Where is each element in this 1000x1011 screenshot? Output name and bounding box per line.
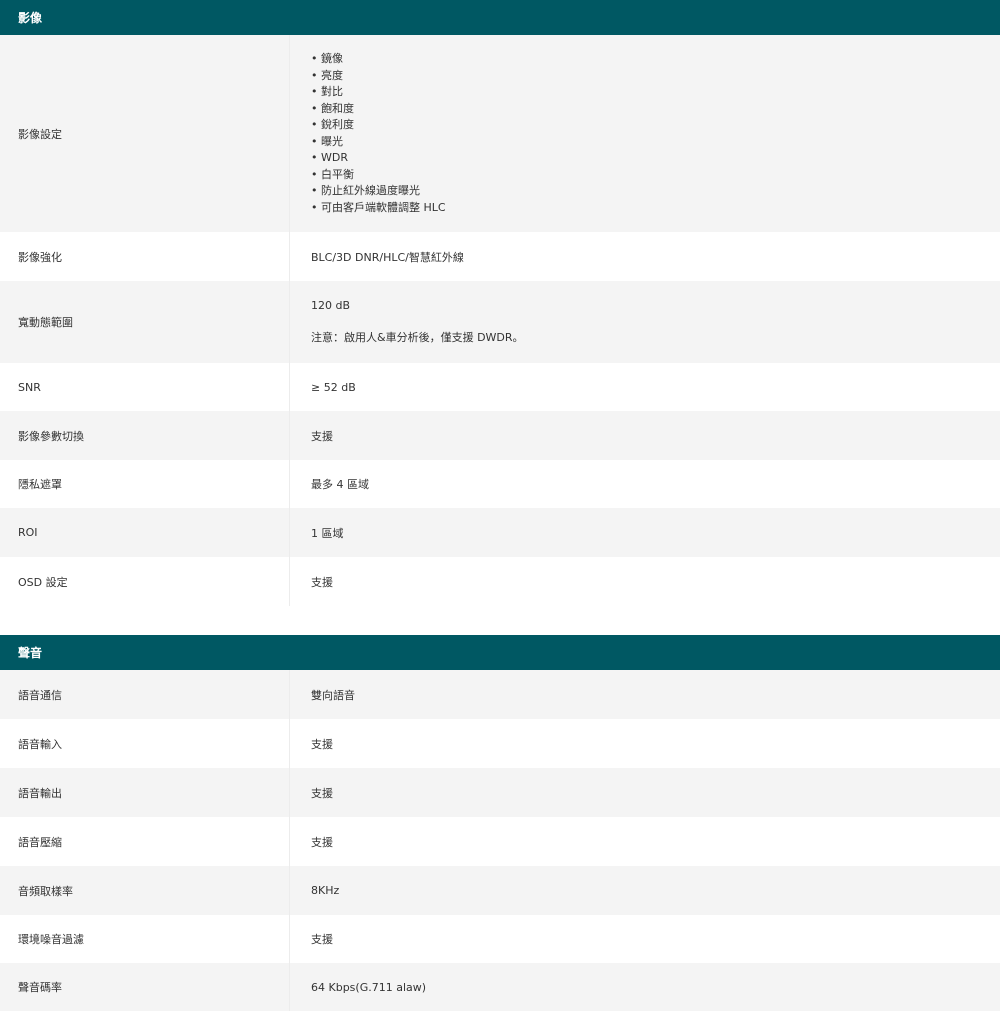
spec-label: ROI <box>0 508 290 557</box>
section-title: 聲音 <box>18 646 43 660</box>
spec-value: 支援 <box>311 575 333 589</box>
list-item: 防止紅外線過度曝光 <box>311 183 446 200</box>
spec-label: 語音通信 <box>0 670 290 719</box>
image-section-header: 影像 <box>0 0 1000 35</box>
list-item: WDR <box>311 150 446 167</box>
list-item: 曝光 <box>311 134 446 151</box>
list-item: 鏡像 <box>311 51 446 68</box>
spec-row-sample-rate: 音頻取樣率 8KHz <box>0 866 1000 915</box>
wdr-value: 120 dB <box>311 299 351 312</box>
spec-row-audio-input: 語音輸入 支援 <box>0 719 1000 768</box>
spec-row-snr: SNR ≥ 52 dB <box>0 363 1000 411</box>
spec-value: 支援 <box>311 786 333 800</box>
list-item: 可由客戶端軟體調整 HLC <box>311 200 446 217</box>
spec-label: 影像參數切換 <box>0 411 290 460</box>
spec-label: 語音輸出 <box>0 768 290 817</box>
spec-value: 支援 <box>311 429 333 443</box>
spec-value: 64 Kbps(G.711 alaw) <box>311 980 427 994</box>
list-item: 對比 <box>311 84 446 101</box>
spec-row-audio-compression: 語音壓縮 支援 <box>0 817 1000 866</box>
spec-label: OSD 設定 <box>0 557 290 606</box>
spec-row-roi: ROI 1 區域 <box>0 508 1000 557</box>
section-title: 影像 <box>18 11 43 25</box>
image-section: 影像 影像設定 鏡像 亮度 對比 飽和度 銳利度 曝光 WDR 白平衡 防止紅外… <box>0 0 1000 606</box>
section-spacer <box>0 606 1000 635</box>
spec-label: 影像強化 <box>0 232 290 281</box>
spec-label: 環境噪音過濾 <box>0 915 290 963</box>
spec-label: 語音壓縮 <box>0 817 290 866</box>
spec-row-image-settings: 影像設定 鏡像 亮度 對比 飽和度 銳利度 曝光 WDR 白平衡 防止紅外線過度… <box>0 35 1000 232</box>
spec-row-voice-comm: 語音通信 雙向語音 <box>0 670 1000 719</box>
spec-value: 鏡像 亮度 對比 飽和度 銳利度 曝光 WDR 白平衡 防止紅外線過度曝光 可由… <box>290 35 446 232</box>
spec-value: 120 dB 注意：啟用人&車分析後，僅支援 DWDR。 <box>290 281 524 363</box>
spec-label: 聲音碼率 <box>0 963 290 1011</box>
spec-row-image-param-switch: 影像參數切換 支援 <box>0 411 1000 460</box>
spec-value: 雙向語音 <box>311 688 355 702</box>
spec-value: 支援 <box>311 933 333 946</box>
spec-row-wdr: 寬動態範圍 120 dB 注意：啟用人&車分析後，僅支援 DWDR。 <box>0 281 1000 363</box>
spec-value: BLC/3D DNR/HLC/智慧紅外線 <box>311 250 464 264</box>
spec-label: 寬動態範圍 <box>0 281 290 363</box>
audio-section: 聲音 語音通信 雙向語音 語音輸入 支援 語音輸出 支援 語音壓縮 支援 音頻取… <box>0 635 1000 1011</box>
spec-value: 1 區域 <box>311 526 344 540</box>
audio-section-header: 聲音 <box>0 635 1000 670</box>
list-item: 亮度 <box>311 68 446 85</box>
spec-row-privacy-mask: 隱私遮罩 最多 4 區域 <box>0 460 1000 508</box>
wdr-note: 注意：啟用人&車分析後，僅支援 DWDR。 <box>311 331 524 344</box>
list-item: 飽和度 <box>311 101 446 118</box>
list-item: 白平衡 <box>311 167 446 184</box>
list-item: 銳利度 <box>311 117 446 134</box>
spec-value: 最多 4 區域 <box>311 478 369 491</box>
spec-label: 隱私遮罩 <box>0 460 290 508</box>
spec-value: ≥ 52 dB <box>311 380 356 394</box>
spec-label: 影像設定 <box>0 35 290 232</box>
spec-row-noise-filter: 環境噪音過濾 支援 <box>0 915 1000 963</box>
spec-label: SNR <box>0 363 290 411</box>
image-settings-list: 鏡像 亮度 對比 飽和度 銳利度 曝光 WDR 白平衡 防止紅外線過度曝光 可由… <box>311 51 446 216</box>
spec-row-audio-bitrate: 聲音碼率 64 Kbps(G.711 alaw) <box>0 963 1000 1011</box>
spec-label: 音頻取樣率 <box>0 866 290 915</box>
spec-row-osd: OSD 設定 支援 <box>0 557 1000 606</box>
spec-value: 支援 <box>311 737 333 751</box>
spec-value: 8KHz <box>311 884 340 897</box>
spec-row-audio-output: 語音輸出 支援 <box>0 768 1000 817</box>
spec-row-image-enhancement: 影像強化 BLC/3D DNR/HLC/智慧紅外線 <box>0 232 1000 281</box>
spec-value: 支援 <box>311 835 333 849</box>
spec-label: 語音輸入 <box>0 719 290 768</box>
